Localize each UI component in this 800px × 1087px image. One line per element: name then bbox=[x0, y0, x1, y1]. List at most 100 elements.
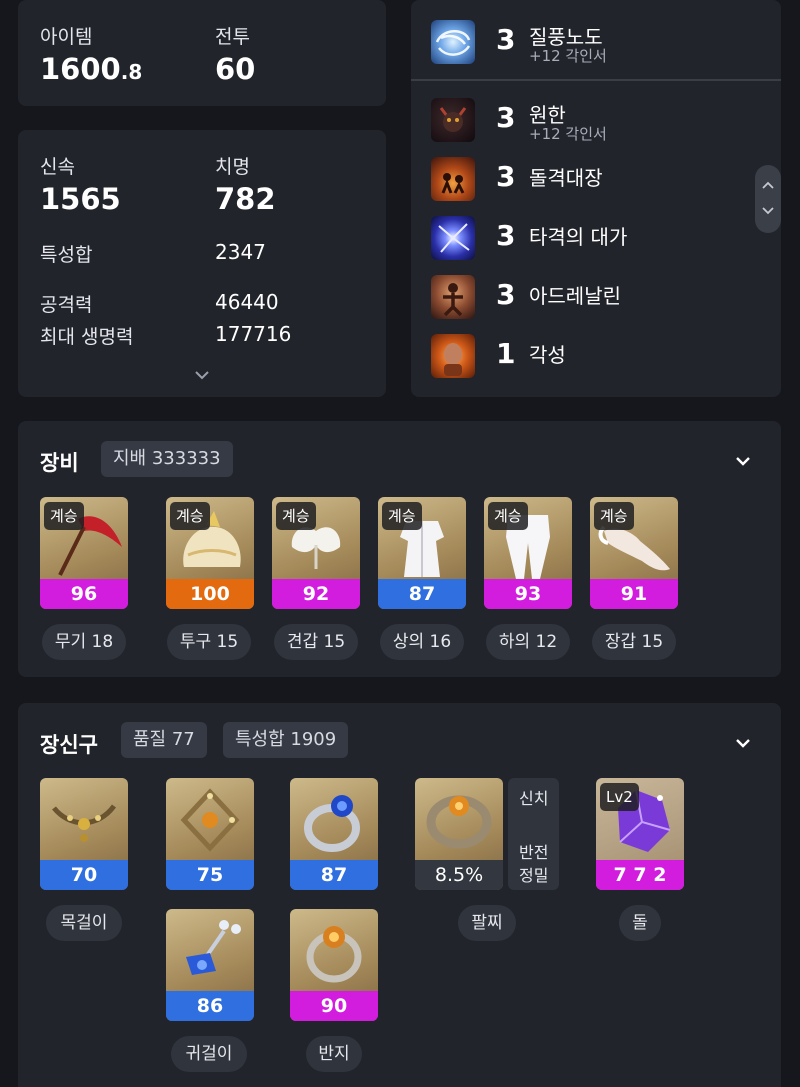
quality-bar: 70 bbox=[40, 860, 128, 890]
engraving-level: 3 bbox=[496, 23, 516, 56]
bracelet-effect: 신치 bbox=[519, 789, 549, 808]
inherit-tag: 계승 bbox=[488, 502, 528, 530]
collapse-equipment-chevron-icon[interactable] bbox=[735, 455, 751, 467]
crit-label: 치명 bbox=[215, 156, 250, 178]
max-hp-value: 177716 bbox=[215, 322, 292, 346]
inherit-tag: 계승 bbox=[382, 502, 422, 530]
wind-swirl-icon bbox=[431, 20, 475, 64]
quality-bar: 93 bbox=[484, 579, 572, 609]
accessory-ring-2[interactable]: 90 bbox=[290, 909, 378, 1021]
bracelet-effects: 신치 반전 정밀 bbox=[508, 778, 559, 890]
combat-level-label: 전투 bbox=[215, 26, 250, 48]
accessory-ring-1[interactable]: 87 bbox=[290, 778, 378, 890]
item-level-label: 아이템 bbox=[40, 26, 93, 48]
accessories-title: 장신구 bbox=[40, 733, 98, 757]
strike-icon bbox=[431, 216, 475, 260]
attack-value: 46440 bbox=[215, 290, 279, 314]
quality-bar: 75 bbox=[166, 860, 254, 890]
accessory-earring-2[interactable]: 86 bbox=[166, 909, 254, 1021]
accessory-label: 반지 bbox=[306, 1036, 362, 1072]
equipment-item-chest[interactable]: 계승 87 bbox=[378, 497, 466, 609]
equipment-label: 무기 18 bbox=[42, 624, 126, 660]
engraving-level: 3 bbox=[496, 278, 516, 311]
combat-level-value: 60 bbox=[215, 52, 256, 86]
ring-icon bbox=[306, 926, 362, 983]
quality-bar: 91 bbox=[590, 579, 678, 609]
inherit-tag: 계승 bbox=[170, 502, 210, 530]
equipment-item-shoulder[interactable]: 계승 92 bbox=[272, 497, 360, 609]
accessory-label: 돌 bbox=[619, 905, 661, 941]
engraving-book: +12 각인서 bbox=[529, 47, 607, 65]
equipment-label: 하의 12 bbox=[486, 624, 570, 660]
engraving-row[interactable]: 3 질풍노도 +12 각인서 bbox=[431, 17, 771, 67]
item-level-int: 1600 bbox=[40, 52, 121, 86]
engraving-row[interactable]: 3 돌격대장 bbox=[431, 154, 771, 204]
accessory-label: 목걸이 bbox=[46, 905, 122, 941]
quality-bar: 86 bbox=[166, 991, 254, 1021]
swift-value: 1565 bbox=[40, 182, 121, 216]
engraving-book: +12 각인서 bbox=[529, 125, 607, 143]
quality-bar: 100 bbox=[166, 579, 254, 609]
stone-level-tag: Lv2 bbox=[600, 783, 639, 811]
accessory-earring-1[interactable]: 75 bbox=[166, 778, 254, 890]
quality-bar: 87 bbox=[290, 860, 378, 890]
scroll-down-icon[interactable] bbox=[762, 207, 774, 215]
ability-stone[interactable]: Lv2 7 7 2 bbox=[596, 778, 684, 890]
accessory-label: 귀걸이 bbox=[171, 1036, 247, 1072]
equipment-badge: 지배 333333 bbox=[101, 441, 233, 477]
engraving-divider bbox=[411, 79, 781, 81]
swift-label: 신속 bbox=[40, 156, 75, 178]
inherit-tag: 계승 bbox=[44, 502, 84, 530]
inherit-tag: 계승 bbox=[594, 502, 634, 530]
engraving-row[interactable]: 3 타격의 대가 bbox=[431, 213, 771, 263]
bracelet-value: 8.5% bbox=[415, 860, 503, 890]
quality-bar: 90 bbox=[290, 991, 378, 1021]
earring-icon bbox=[180, 788, 240, 852]
scroll-up-icon[interactable] bbox=[762, 181, 774, 189]
item-level-decimal: .8 bbox=[120, 60, 143, 84]
equipment-item-pants[interactable]: 계승 93 bbox=[484, 497, 572, 609]
equipment-item-weapon[interactable]: 계승 96 bbox=[40, 497, 128, 609]
engraving-level: 3 bbox=[496, 219, 516, 252]
item-level-value: 1600.8 bbox=[40, 52, 142, 86]
earring-icon bbox=[186, 920, 241, 975]
engraving-name: 각성 bbox=[529, 343, 566, 367]
bracelet-icon bbox=[426, 795, 492, 849]
max-hp-label: 최대 생명력 bbox=[40, 326, 134, 348]
attack-label: 공격력 bbox=[40, 294, 93, 316]
bracelet-effect: 정밀 bbox=[519, 866, 549, 885]
equipment-item-gloves[interactable]: 계승 91 bbox=[590, 497, 678, 609]
engraving-level: 3 bbox=[496, 101, 516, 134]
engraving-row[interactable]: 3 아드레날린 bbox=[431, 272, 771, 322]
collapse-accessories-chevron-icon[interactable] bbox=[735, 737, 751, 749]
stone-value: 7 7 2 bbox=[596, 860, 684, 890]
engraving-row[interactable]: 3 원한 +12 각인서 bbox=[431, 95, 771, 145]
equipment-item-helmet[interactable]: 계승 100 bbox=[166, 497, 254, 609]
accessories-total-badge: 특성합 1909 bbox=[223, 722, 349, 758]
accessories-quality-badge: 품질 77 bbox=[121, 722, 207, 758]
engraving-level: 1 bbox=[496, 337, 516, 370]
accessory-label: 팔찌 bbox=[458, 905, 516, 941]
bracelet-effect: 반전 bbox=[519, 843, 549, 862]
necklace-icon bbox=[52, 804, 117, 842]
accessory-bracelet[interactable]: 8.5% bbox=[415, 778, 503, 890]
charge-icon bbox=[431, 157, 475, 201]
engraving-name: 타격의 대가 bbox=[529, 225, 628, 249]
quality-bar: 96 bbox=[40, 579, 128, 609]
adrenaline-icon bbox=[431, 275, 475, 319]
accessories-card: 장신구 품질 77 특성합 1909 bbox=[18, 703, 781, 1087]
expand-stats-chevron-icon[interactable] bbox=[194, 369, 210, 381]
crit-value: 782 bbox=[215, 182, 276, 216]
inherit-tag: 계승 bbox=[276, 502, 316, 530]
accessory-necklace[interactable]: 70 bbox=[40, 778, 128, 890]
equipment-title: 장비 bbox=[40, 451, 79, 475]
engraving-name: 돌격대장 bbox=[529, 166, 603, 190]
engraving-scroll-buttons[interactable] bbox=[755, 165, 781, 233]
quality-bar: 92 bbox=[272, 579, 360, 609]
summary-card: 아이템 1600.8 전투 60 bbox=[18, 0, 386, 106]
total-stat-label: 특성합 bbox=[40, 244, 93, 266]
engraving-row[interactable]: 1 각성 bbox=[431, 331, 771, 381]
demon-icon bbox=[431, 98, 475, 142]
ring-icon bbox=[304, 795, 360, 852]
quality-bar: 87 bbox=[378, 579, 466, 609]
